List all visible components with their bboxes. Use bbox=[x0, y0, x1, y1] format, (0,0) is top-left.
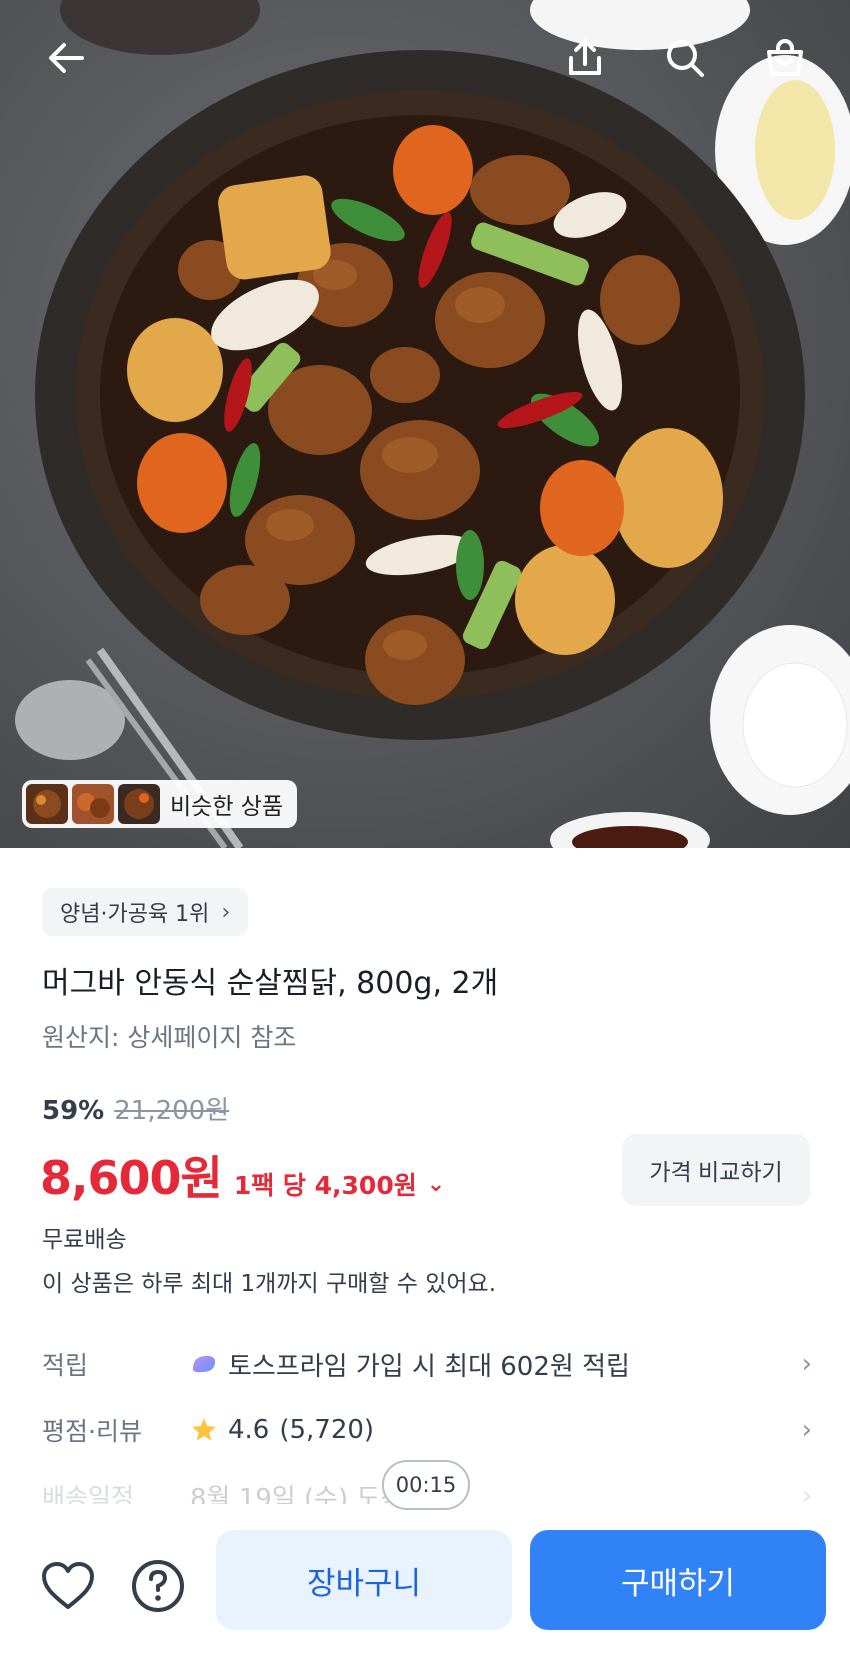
category-rank-chip[interactable]: 양념·가공육 1위 › bbox=[42, 888, 249, 936]
shopping-bag-icon[interactable] bbox=[757, 30, 813, 86]
buy-now-button[interactable]: 구매하기 bbox=[530, 1530, 826, 1630]
similar-thumbnail bbox=[26, 784, 68, 824]
sale-price: 8,600원 bbox=[40, 1151, 223, 1205]
category-rank-label: 양념·가공육 1위 bbox=[60, 902, 210, 927]
unit-price-dropdown[interactable]: 1팩 당 4,300원 ⌄ bbox=[234, 1166, 445, 1202]
share-icon[interactable] bbox=[557, 30, 613, 86]
purchase-limit-notice: 이 상품은 하루 최대 1개까지 구매할 수 있어요. bbox=[42, 1271, 497, 1297]
discount-row: 59% 21,200원 bbox=[42, 1090, 229, 1127]
points-row[interactable]: 적립 토스프라임 가입 시 최대 602원 적립 › bbox=[42, 1340, 812, 1388]
product-title: 머그바 안동식 순살찜닭, 800g, 2개 bbox=[42, 966, 499, 1001]
rating-score: 4.6 bbox=[228, 1415, 270, 1445]
question-icon[interactable] bbox=[128, 1556, 188, 1616]
original-price: 21,200원 bbox=[114, 1096, 230, 1126]
similar-thumbnail bbox=[118, 784, 160, 824]
points-key: 적립 bbox=[42, 1351, 89, 1380]
product-origin: 원산지: 상세페이지 참조 bbox=[42, 1023, 297, 1052]
top-bar bbox=[0, 0, 850, 120]
chevron-right-icon: › bbox=[221, 899, 231, 925]
unit-price-label: 1팩 당 4,300원 bbox=[233, 1171, 417, 1200]
shipping-info: 무료배송 bbox=[42, 1227, 127, 1253]
timer-badge: 00:15 bbox=[382, 1460, 470, 1510]
back-arrow-icon[interactable] bbox=[38, 30, 94, 86]
chevron-right-icon: › bbox=[801, 1349, 812, 1379]
compare-price-button[interactable]: 가격 비교하기 bbox=[622, 1134, 810, 1206]
food-photo bbox=[15, 0, 850, 848]
similar-products-chip[interactable]: 비슷한 상품 bbox=[22, 780, 298, 828]
discount-rate: 59% bbox=[42, 1096, 105, 1126]
similar-products-label: 비슷한 상품 bbox=[170, 794, 284, 820]
product-image[interactable]: 비슷한 상품 bbox=[0, 0, 850, 848]
rating-review-row[interactable]: 평점·리뷰 4.6 (5,720) › bbox=[42, 1406, 812, 1454]
bottom-action-bar: 장바구니 구매하기 bbox=[0, 1504, 850, 1667]
add-to-cart-button[interactable]: 장바구니 bbox=[216, 1530, 512, 1630]
review-count: (5,720) bbox=[279, 1415, 375, 1445]
search-icon[interactable] bbox=[657, 30, 713, 86]
similar-thumbnail bbox=[72, 784, 114, 824]
prime-badge-icon bbox=[192, 1355, 216, 1373]
chevron-down-icon: ⌄ bbox=[426, 1171, 446, 1197]
rating-key: 평점·리뷰 bbox=[42, 1417, 142, 1446]
points-value: 토스프라임 가입 시 최대 602원 적립 bbox=[228, 1351, 630, 1382]
chevron-right-icon: › bbox=[801, 1415, 812, 1445]
heart-icon[interactable] bbox=[38, 1556, 98, 1616]
star-icon bbox=[192, 1418, 216, 1441]
price-row: 8,600원 1팩 당 4,300원 ⌄ bbox=[40, 1142, 445, 1208]
